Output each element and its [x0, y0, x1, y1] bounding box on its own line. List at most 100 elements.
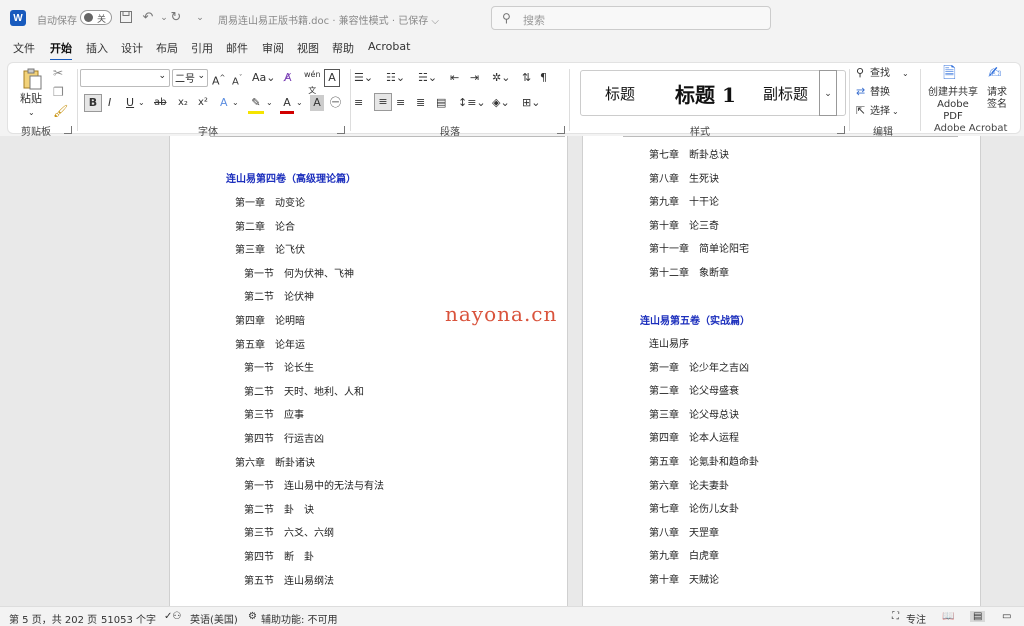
tab-review[interactable]: 审阅: [262, 40, 284, 56]
undo-icon[interactable]: ↶: [140, 10, 156, 26]
italic-button[interactable]: I: [108, 95, 111, 111]
tab-home[interactable]: 开始: [50, 40, 72, 61]
select-dropdown-icon[interactable]: ⌄: [892, 104, 899, 120]
borders-icon[interactable]: ⊞⌄: [522, 95, 540, 111]
underline-dropdown-icon[interactable]: ⌄: [138, 95, 145, 111]
character-shading-button[interactable]: A: [310, 95, 324, 111]
superscript-button[interactable]: x²: [198, 95, 208, 111]
align-center-icon[interactable]: ≡: [374, 93, 392, 111]
paste-dropdown-icon[interactable]: ⌄: [28, 105, 35, 121]
replace-icon[interactable]: ⇄: [856, 84, 865, 100]
font-launcher-icon[interactable]: [337, 126, 345, 134]
find-icon[interactable]: ⚲: [856, 65, 864, 81]
style-title[interactable]: 标题: [605, 83, 635, 104]
focus-label[interactable]: 专注: [906, 611, 926, 626]
style-subtitle[interactable]: 副标题: [763, 83, 808, 104]
paste-icon[interactable]: [20, 67, 44, 91]
numbering-icon[interactable]: ☷⌄: [386, 70, 405, 86]
highlight-dropdown-icon[interactable]: ⌄: [266, 95, 273, 111]
read-mode-icon[interactable]: 📖: [942, 611, 954, 622]
create-share-pdf-label-1[interactable]: 创建并共享: [926, 87, 980, 99]
autosave-label: 自动保存: [37, 16, 77, 27]
document-title[interactable]: 周易连山易正版书籍.doc · 兼容性模式 · 已保存 ⌵: [218, 12, 439, 27]
find-dropdown-icon[interactable]: ⌄: [902, 66, 909, 82]
style-heading-1[interactable]: 标题 1: [675, 79, 736, 108]
tab-acrobat[interactable]: Acrobat: [368, 40, 410, 53]
sort-icon[interactable]: ⇅: [522, 70, 531, 86]
find-label[interactable]: 查找: [870, 66, 890, 82]
styles-more-icon[interactable]: ⌄: [819, 70, 837, 116]
cut-icon[interactable]: ✂: [53, 65, 63, 81]
grow-font-icon[interactable]: A^: [212, 70, 225, 90]
request-sign-label-2[interactable]: 签名: [984, 99, 1010, 111]
select-label[interactable]: 选择: [870, 104, 890, 120]
font-size-select[interactable]: 二号 ⌄: [172, 69, 208, 87]
accessibility-icon[interactable]: ⚙: [248, 611, 257, 622]
styles-launcher-icon[interactable]: [837, 126, 845, 134]
tab-references[interactable]: 引用: [191, 40, 213, 56]
asian-layout-icon[interactable]: ✲⌄: [492, 70, 510, 86]
autosave-toggle[interactable]: 关: [80, 10, 112, 25]
save-icon[interactable]: [118, 10, 134, 26]
customize-toolbar-icon[interactable]: ⌄: [192, 10, 208, 26]
print-layout-icon[interactable]: ▤: [970, 611, 986, 622]
word-count[interactable]: 51053 个字: [101, 611, 156, 626]
character-border-icon[interactable]: A: [324, 69, 340, 87]
text-effects-button[interactable]: A: [220, 95, 228, 111]
font-color-dropdown-icon[interactable]: ⌄: [296, 95, 303, 111]
decrease-indent-icon[interactable]: ⇤: [450, 70, 459, 86]
create-share-pdf-label-2[interactable]: Adobe PDF: [926, 99, 980, 123]
tab-file[interactable]: 文件: [13, 40, 35, 56]
show-hide-marks-icon[interactable]: ¶: [540, 70, 547, 86]
underline-button[interactable]: U: [126, 95, 134, 111]
proofing-icon[interactable]: ✓⚇: [164, 611, 181, 622]
text-effects-dropdown-icon[interactable]: ⌄: [232, 95, 239, 111]
tab-insert[interactable]: 插入: [86, 40, 108, 56]
accessibility-status[interactable]: 辅助功能: 不可用: [261, 611, 338, 626]
tab-view[interactable]: 视图: [297, 40, 319, 56]
highlight-color-icon[interactable]: ✎: [248, 95, 264, 114]
increase-indent-icon[interactable]: ⇥: [470, 70, 479, 86]
justify-icon[interactable]: ≣: [416, 95, 425, 111]
change-case-icon[interactable]: Aa⌄: [252, 70, 275, 86]
document-area[interactable]: 连山易第四卷（高级理论篇） 第一章 动变论 第二章 论合 第三章 论飞伏 第一节 何为…: [0, 136, 1024, 606]
font-color-button[interactable]: A: [280, 95, 294, 114]
toc-entry: 第二章 论合: [235, 221, 295, 233]
shrink-font-icon[interactable]: Aˇ: [232, 70, 242, 90]
create-pdf-icon[interactable]: 🗎: [943, 65, 956, 81]
status-bar: 第 5 页，共 202 页 51053 个字 ✓⚇ 英语(美国) ⚙ 辅助功能:…: [0, 606, 1024, 626]
copy-icon[interactable]: ❐: [53, 84, 64, 100]
clipboard-launcher-icon[interactable]: [64, 126, 72, 134]
document-page-left[interactable]: 连山易第四卷（高级理论篇） 第一章 动变论 第二章 论合 第三章 论飞伏 第一节 何为…: [169, 136, 568, 606]
bold-button[interactable]: B: [84, 94, 102, 112]
tab-design[interactable]: 设计: [121, 40, 143, 56]
request-signature-icon[interactable]: ✍: [988, 65, 1001, 81]
page-count[interactable]: 第 5 页，共 202 页: [9, 611, 97, 626]
line-spacing-icon[interactable]: ↕≡⌄: [458, 95, 486, 111]
bullets-icon[interactable]: ☰⌄: [354, 70, 373, 86]
subscript-button[interactable]: x₂: [178, 95, 188, 111]
clear-formatting-icon[interactable]: A̸: [284, 70, 292, 86]
select-icon[interactable]: ⇱: [856, 103, 865, 119]
enclose-characters-icon[interactable]: ㊀: [330, 95, 341, 111]
font-name-select[interactable]: ⌄: [80, 69, 170, 87]
tab-mailings[interactable]: 邮件: [226, 40, 248, 56]
redo-icon[interactable]: ↻: [168, 10, 184, 26]
strikethrough-button[interactable]: ab: [154, 95, 166, 111]
tab-layout[interactable]: 布局: [156, 40, 178, 56]
search-box[interactable]: ⚲ 搜索: [491, 6, 771, 30]
focus-icon[interactable]: ⛶: [892, 611, 899, 622]
request-sign-label-1[interactable]: 请求: [984, 87, 1010, 99]
multilevel-list-icon[interactable]: ☵⌄: [418, 70, 437, 86]
shading-icon[interactable]: ◈⌄: [492, 95, 510, 111]
align-left-icon[interactable]: ≡: [354, 95, 363, 111]
format-painter-icon[interactable]: 🖌: [53, 103, 68, 119]
replace-label[interactable]: 替换: [870, 85, 890, 101]
document-page-right[interactable]: 第七章 断卦总诀 第八章 生死诀 第九章 十干论 第十章 论三奇 第十一章 简单论阳宅第…: [582, 136, 981, 606]
language-indicator[interactable]: 英语(美国): [190, 611, 238, 626]
align-right-icon[interactable]: ≡: [396, 95, 405, 111]
distributed-icon[interactable]: ▤: [436, 95, 446, 111]
web-layout-icon[interactable]: ▭: [1002, 611, 1011, 622]
tab-help[interactable]: 帮助: [332, 40, 354, 56]
paragraph-launcher-icon[interactable]: [557, 126, 565, 134]
